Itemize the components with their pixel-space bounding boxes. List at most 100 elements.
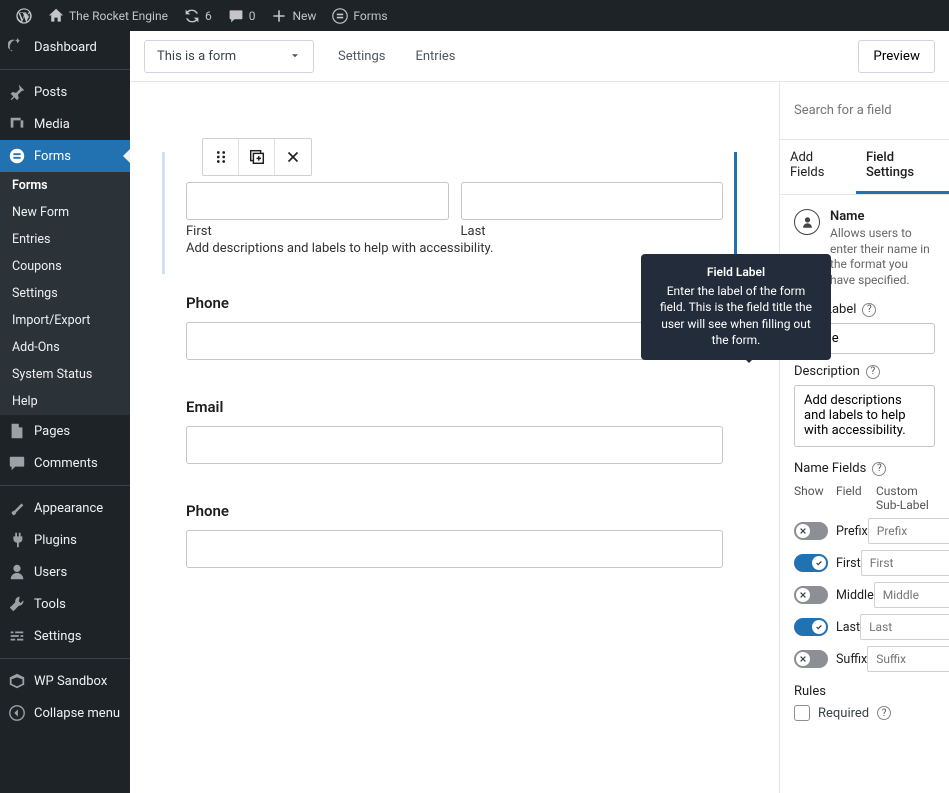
name-fields-columns: Show Field Custom Sub-Label: [794, 484, 935, 512]
wp-logo[interactable]: [8, 8, 40, 24]
comments-bubble[interactable]: 0: [220, 8, 264, 24]
toggle-middle[interactable]: [794, 586, 828, 604]
wp-admin-bar: The Rocket Engine 6 0 New Forms: [0, 0, 949, 31]
row-prefix: Prefix: [794, 518, 935, 544]
description-input[interactable]: [794, 385, 935, 447]
sliders-icon: [8, 627, 26, 645]
workspace: First Last Add descriptions and labels t…: [130, 82, 949, 793]
sidebar-forms-submenu: Forms New Form Entries Coupons Settings …: [0, 172, 130, 415]
sidebar-pages[interactable]: Pages: [0, 415, 130, 447]
sidebar-users[interactable]: Users: [0, 556, 130, 588]
editor-topbar: This is a form Settings Entries Preview: [130, 31, 949, 82]
sidebar-settings[interactable]: Settings: [0, 620, 130, 652]
sublabel-last[interactable]: [860, 614, 949, 640]
pin-icon: [8, 83, 26, 101]
toggle-prefix[interactable]: [794, 522, 828, 540]
field-search[interactable]: [780, 82, 949, 140]
sidebar-collapse[interactable]: Collapse menu: [0, 697, 130, 729]
submenu-new-form[interactable]: New Form: [0, 199, 130, 226]
submenu-help[interactable]: Help: [0, 388, 130, 415]
search-input[interactable]: [794, 103, 935, 118]
email-input[interactable]: [186, 426, 723, 464]
adminbar-forms[interactable]: Forms: [324, 8, 395, 24]
sidebar-appearance[interactable]: Appearance: [0, 492, 130, 524]
email-label: Email: [186, 398, 723, 416]
panel-tabs: Add Fields Field Settings: [780, 140, 949, 195]
required-checkbox[interactable]: [794, 705, 810, 721]
site-name[interactable]: The Rocket Engine: [40, 8, 176, 24]
phone2-input[interactable]: [186, 530, 723, 568]
sublabel-first[interactable]: [861, 550, 949, 576]
user-icon: [8, 563, 26, 581]
forms-icon: [8, 147, 26, 165]
close-icon: [284, 148, 302, 166]
description-heading: Description ?: [794, 364, 935, 379]
drag-handle[interactable]: [203, 139, 239, 175]
field-email[interactable]: Email: [186, 398, 723, 464]
page-icon: [8, 422, 26, 440]
required-row: Required ?: [794, 705, 935, 721]
sidebar-comments[interactable]: Comments: [0, 447, 130, 479]
sublabel-prefix[interactable]: [868, 518, 949, 544]
help-icon[interactable]: ?: [872, 462, 886, 476]
name-fields-heading: Name Fields ?: [794, 461, 935, 476]
first-sublabel: First: [186, 224, 449, 239]
form-canvas: First Last Add descriptions and labels t…: [130, 82, 779, 793]
forms-icon: [332, 8, 348, 24]
tooltip-body: Enter the label of the form field. This …: [653, 283, 819, 348]
topbar-entries[interactable]: Entries: [409, 49, 461, 64]
submenu-addons[interactable]: Add-Ons: [0, 334, 130, 361]
plugin-icon: [8, 531, 26, 549]
sidebar-dashboard[interactable]: Dashboard: [0, 31, 130, 63]
tab-field-settings[interactable]: Field Settings: [856, 140, 949, 194]
required-label: Required: [818, 706, 869, 721]
help-icon[interactable]: ?: [862, 303, 876, 317]
submenu-entries[interactable]: Entries: [0, 226, 130, 253]
submenu-system-status[interactable]: System Status: [0, 361, 130, 388]
collapse-icon: [8, 704, 26, 722]
preview-button[interactable]: Preview: [858, 40, 935, 73]
sidebar-forms[interactable]: Forms: [0, 140, 130, 172]
settings-panel: Add Fields Field Settings Name Allows us…: [779, 82, 949, 793]
toggle-suffix[interactable]: [794, 650, 828, 668]
submenu-import-export[interactable]: Import/Export: [0, 307, 130, 334]
chevron-down-icon: [289, 50, 301, 62]
sublabel-middle[interactable]: [874, 582, 949, 608]
help-icon[interactable]: ?: [877, 706, 891, 720]
first-name-input[interactable]: [186, 182, 449, 220]
submenu-coupons[interactable]: Coupons: [0, 253, 130, 280]
help-icon[interactable]: ?: [866, 365, 880, 379]
sidebar-tools[interactable]: Tools: [0, 588, 130, 620]
row-suffix: Suffix: [794, 646, 935, 672]
toggle-last[interactable]: [794, 618, 828, 636]
phone2-label: Phone: [186, 502, 723, 520]
field-phone-2[interactable]: Phone: [186, 502, 723, 568]
sidebar-media[interactable]: Media: [0, 108, 130, 140]
field-name[interactable]: First Last Add descriptions and labels t…: [186, 138, 723, 256]
box-icon: [8, 672, 26, 690]
sidebar-plugins[interactable]: Plugins: [0, 524, 130, 556]
form-selector[interactable]: This is a form: [144, 40, 314, 73]
tab-add-fields[interactable]: Add Fields: [780, 140, 856, 194]
sidebar-posts[interactable]: Posts: [0, 76, 130, 108]
toggle-first[interactable]: [794, 554, 828, 572]
name-field-icon: [794, 209, 820, 235]
main-content: This is a form Settings Entries Preview …: [130, 31, 949, 793]
sublabel-suffix[interactable]: [867, 646, 949, 672]
new-content[interactable]: New: [263, 8, 324, 24]
submenu-forms[interactable]: Forms: [0, 172, 130, 199]
wrench-icon: [8, 595, 26, 613]
update-icon: [184, 8, 200, 24]
updates[interactable]: 6: [176, 8, 220, 24]
rules-heading: Rules: [794, 684, 935, 699]
topbar-settings[interactable]: Settings: [332, 49, 391, 64]
last-name-input[interactable]: [461, 182, 724, 220]
delete-button[interactable]: [275, 139, 311, 175]
sidebar-wp-sandbox[interactable]: WP Sandbox: [0, 665, 130, 697]
brush-icon: [8, 499, 26, 517]
tooltip-title: Field Label: [653, 264, 819, 280]
duplicate-button[interactable]: [239, 139, 275, 175]
row-first: First: [794, 550, 935, 576]
comment-icon: [228, 8, 244, 24]
submenu-settings[interactable]: Settings: [0, 280, 130, 307]
